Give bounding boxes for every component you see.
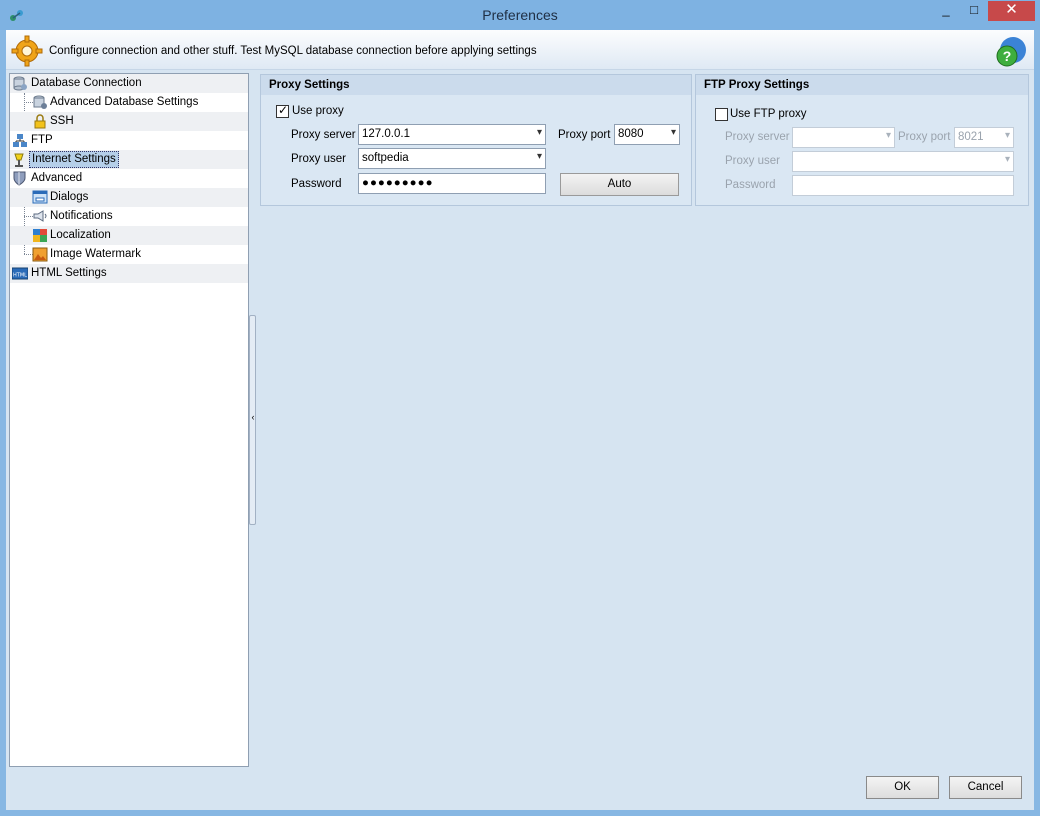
tree-item-html-settings[interactable]: HTML HTML Settings: [10, 264, 248, 283]
header-description: Configure connection and other stuff. Te…: [49, 45, 537, 57]
settings-tree[interactable]: Database Connection Advanced Database Se…: [9, 73, 249, 767]
tree-item-notifications[interactable]: Notifications: [10, 207, 248, 226]
tree-item-internet-settings[interactable]: Internet Settings: [10, 150, 248, 169]
lock-icon: [32, 114, 48, 129]
close-button[interactable]: ✕: [988, 1, 1035, 21]
ftp-proxy-settings-group: FTP Proxy Settings Use FTP proxy Proxy s…: [695, 74, 1029, 206]
tree-item-localization[interactable]: Localization: [10, 226, 248, 245]
shield-icon: [12, 171, 28, 186]
ftp-password-label: Password: [725, 179, 776, 191]
ok-button[interactable]: OK: [866, 776, 939, 799]
ftp-proxy-server-label: Proxy server: [725, 131, 790, 143]
chevron-down-icon[interactable]: ▾: [537, 151, 542, 162]
tree-item-advanced[interactable]: Advanced: [10, 169, 248, 188]
chevron-down-icon[interactable]: ▾: [886, 130, 891, 141]
proxy-server-combobox[interactable]: 127.0.0.1 ▾: [358, 124, 546, 145]
tree-item-database-connection[interactable]: Database Connection: [10, 74, 248, 93]
panel-splitter[interactable]: ‹: [249, 315, 256, 525]
tree-item-ssh[interactable]: SSH: [10, 112, 248, 131]
window-title: Preferences: [482, 7, 558, 23]
gear-icon: [11, 35, 43, 67]
use-proxy-checkbox[interactable]: ✓: [276, 103, 289, 118]
tree-item-dialogs[interactable]: Dialogs: [10, 188, 248, 207]
tree-item-ftp[interactable]: FTP: [10, 131, 248, 150]
svg-text:?: ?: [1003, 48, 1012, 64]
chevron-down-icon[interactable]: ▾: [671, 127, 676, 138]
title-bar: Preferences _ □ ✕: [0, 0, 1040, 30]
notification-icon: [32, 209, 48, 224]
tree-item-image-watermark[interactable]: Image Watermark: [10, 245, 248, 264]
collapse-arrow-icon[interactable]: ‹: [250, 412, 256, 422]
chevron-down-icon[interactable]: ▾: [537, 127, 542, 138]
dialog-icon: [32, 190, 48, 205]
password-value: ●●●●●●●●●: [362, 177, 434, 189]
minimize-button[interactable]: _: [932, 1, 960, 21]
database-settings-icon: [32, 95, 48, 110]
password-field[interactable]: ●●●●●●●●●: [358, 173, 546, 194]
proxy-port-value: 8080: [618, 128, 644, 140]
ftp-proxy-user-combobox[interactable]: ▾: [792, 151, 1014, 172]
proxy-settings-group: Proxy Settings ✓ Use proxy Proxy server …: [260, 74, 692, 206]
html-icon: HTML: [11, 266, 29, 281]
proxy-port-combobox[interactable]: 8080 ▾: [614, 124, 680, 145]
cancel-button[interactable]: Cancel: [949, 776, 1022, 799]
chevron-down-icon[interactable]: ▾: [1005, 130, 1010, 141]
proxy-user-combobox[interactable]: softpedia ▾: [358, 148, 546, 169]
header-banner: Configure connection and other stuff. Te…: [6, 30, 1034, 70]
proxy-server-value: 127.0.0.1: [362, 128, 410, 140]
use-proxy-label[interactable]: Use proxy: [292, 105, 344, 117]
use-ftp-proxy-checkbox[interactable]: [715, 108, 728, 121]
database-icon: [12, 76, 28, 91]
ftp-proxy-server-combobox[interactable]: ▾: [792, 127, 895, 148]
use-ftp-proxy-label[interactable]: Use FTP proxy: [730, 108, 806, 120]
proxy-user-value: softpedia: [362, 152, 409, 164]
password-label: Password: [291, 178, 342, 190]
ftp-proxy-port-combobox[interactable]: 8021 ▾: [954, 127, 1014, 148]
dialog-body: Configure connection and other stuff. Te…: [6, 30, 1034, 810]
internet-icon: [12, 152, 28, 167]
svg-text:HTML: HTML: [13, 273, 27, 279]
checkmark-icon: ✓: [278, 103, 289, 117]
ftp-proxy-settings-title: FTP Proxy Settings: [696, 75, 1028, 95]
chevron-down-icon[interactable]: ▾: [1005, 154, 1010, 165]
tree-item-advanced-database-settings[interactable]: Advanced Database Settings: [10, 93, 248, 112]
network-icon: [12, 133, 28, 148]
ftp-password-field[interactable]: [792, 175, 1014, 196]
help-icon[interactable]: ?: [994, 35, 1028, 69]
image-icon: [32, 247, 48, 262]
auto-button[interactable]: Auto: [560, 173, 679, 196]
localization-icon: [32, 228, 48, 243]
proxy-server-label: Proxy server: [291, 129, 356, 141]
proxy-settings-title: Proxy Settings: [261, 75, 691, 95]
ftp-proxy-port-value: 8021: [958, 131, 984, 143]
proxy-port-label: Proxy port: [558, 129, 611, 141]
ftp-proxy-user-label: Proxy user: [725, 155, 780, 167]
maximize-button[interactable]: □: [960, 1, 988, 21]
proxy-user-label: Proxy user: [291, 153, 346, 165]
ftp-proxy-port-label: Proxy port: [898, 131, 951, 143]
